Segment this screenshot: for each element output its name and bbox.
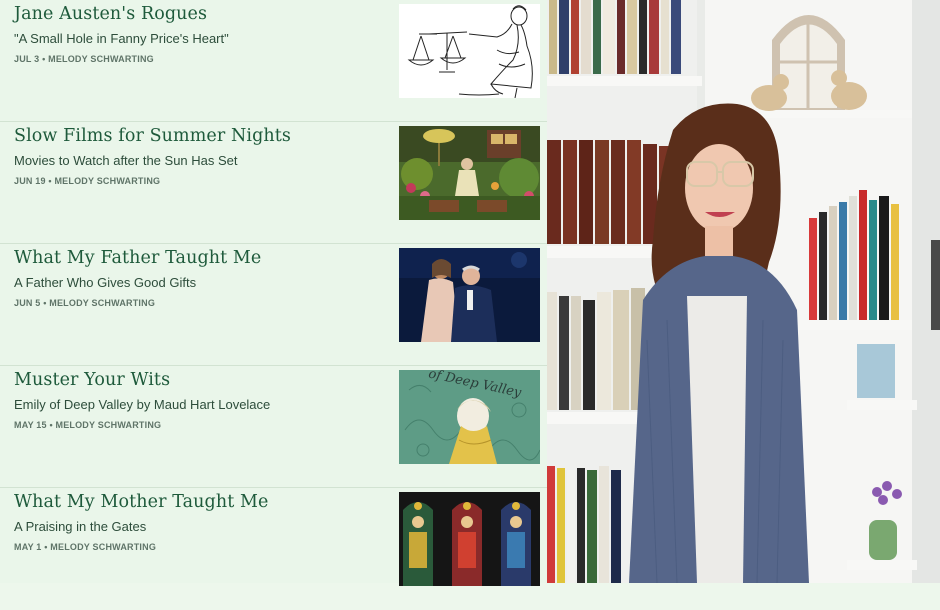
post-author[interactable]: MELODY SCHWARTING: [50, 542, 156, 552]
post-meta: JUN 5 • MELODY SCHWARTING: [14, 298, 155, 308]
woman-with-scales-illustration-icon: [407, 5, 533, 98]
post-subtitle: A Father Who Gives Good Gifts: [14, 275, 197, 290]
post-date: JUL 3: [14, 54, 40, 64]
post-thumbnail[interactable]: of Deep Valley: [399, 370, 540, 464]
meta-separator: •: [44, 542, 48, 552]
post-item[interactable]: Muster Your Wits Emily of Deep Valley by…: [0, 366, 547, 488]
post-title[interactable]: What My Mother Taught Me: [14, 492, 268, 512]
post-item[interactable]: What My Father Taught Me A Father Who Gi…: [0, 244, 547, 366]
post-subtitle: A Praising in the Gates: [14, 519, 147, 534]
meta-separator: •: [42, 54, 46, 64]
post-item[interactable]: Slow Films for Summer Nights Movies to W…: [0, 122, 547, 244]
post-title[interactable]: What My Father Taught Me: [14, 248, 261, 268]
post-meta: MAY 15 • MELODY SCHWARTING: [14, 420, 161, 430]
author-portrait-photo: [547, 0, 940, 583]
post-author[interactable]: MELODY SCHWARTING: [49, 298, 155, 308]
post-author[interactable]: MELODY SCHWARTING: [48, 54, 154, 64]
post-meta: JUL 3 • MELODY SCHWARTING: [14, 54, 154, 64]
post-subtitle: "A Small Hole in Fanny Price's Heart": [14, 31, 229, 46]
post-author[interactable]: MELODY SCHWARTING: [54, 176, 160, 186]
post-item[interactable]: Jane Austen's Rogues "A Small Hole in Fa…: [0, 0, 547, 122]
post-title[interactable]: Slow Films for Summer Nights: [14, 126, 291, 146]
post-title[interactable]: Jane Austen's Rogues: [14, 4, 207, 24]
meta-separator: •: [48, 176, 52, 186]
post-author[interactable]: MELODY SCHWARTING: [56, 420, 162, 430]
post-meta: JUN 19 • MELODY SCHWARTING: [14, 176, 160, 186]
post-subtitle: Emily of Deep Valley by Maud Hart Lovela…: [14, 397, 271, 412]
deep-valley-book-cover-icon: of Deep Valley: [399, 370, 540, 464]
meta-separator: •: [49, 420, 53, 430]
post-date: JUN 19: [14, 176, 46, 186]
meta-separator: •: [43, 298, 47, 308]
author-portrait-bookshelf-icon: [547, 0, 940, 583]
animated-garden-scene-icon: [399, 126, 540, 220]
post-item[interactable]: What My Mother Taught Me A Praising in t…: [0, 488, 547, 610]
post-feed: Jane Austen's Rogues "A Small Hole in Fa…: [0, 0, 547, 586]
post-date: JUN 5: [14, 298, 41, 308]
post-date: MAY 1: [14, 542, 42, 552]
post-thumbnail[interactable]: [399, 126, 540, 220]
post-title[interactable]: Muster Your Wits: [14, 370, 170, 390]
post-thumbnail[interactable]: [399, 4, 540, 98]
stained-glass-window-icon: [399, 492, 540, 586]
post-date: MAY 15: [14, 420, 47, 430]
post-thumbnail[interactable]: [399, 248, 540, 342]
post-thumbnail[interactable]: [399, 492, 540, 586]
post-meta: MAY 1 • MELODY SCHWARTING: [14, 542, 156, 552]
post-subtitle: Movies to Watch after the Sun Has Set: [14, 153, 238, 168]
father-daughter-dance-photo-icon: [399, 248, 540, 342]
